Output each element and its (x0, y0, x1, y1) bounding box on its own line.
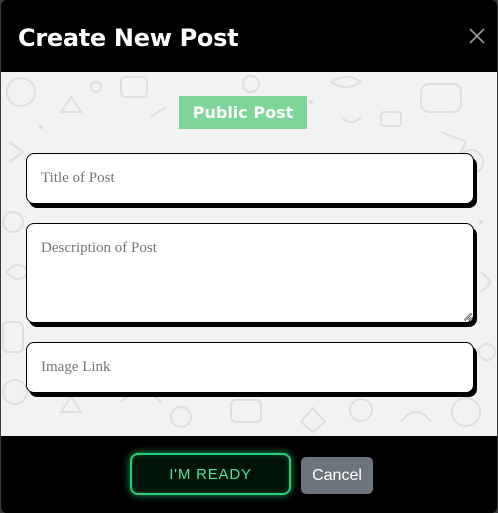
dialog-footer: I'M READY Cancel (1, 436, 497, 513)
resize-handle-icon[interactable] (463, 312, 472, 321)
post-title-input[interactable] (26, 153, 474, 204)
post-description-input[interactable] (26, 223, 474, 323)
close-icon (469, 28, 485, 44)
dialog-body: Public Post (1, 72, 497, 436)
im-ready-button[interactable]: I'M READY (130, 453, 291, 495)
image-link-input[interactable] (26, 342, 474, 393)
close-button[interactable] (467, 26, 487, 46)
create-post-dialog: Create New Post Public Post Title of Pos… (1, 0, 497, 513)
dialog-title: Create New Post (18, 24, 239, 52)
cancel-button[interactable]: Cancel (301, 457, 373, 494)
public-post-badge: Public Post (179, 96, 307, 129)
dialog-header: Create New Post (1, 0, 497, 72)
